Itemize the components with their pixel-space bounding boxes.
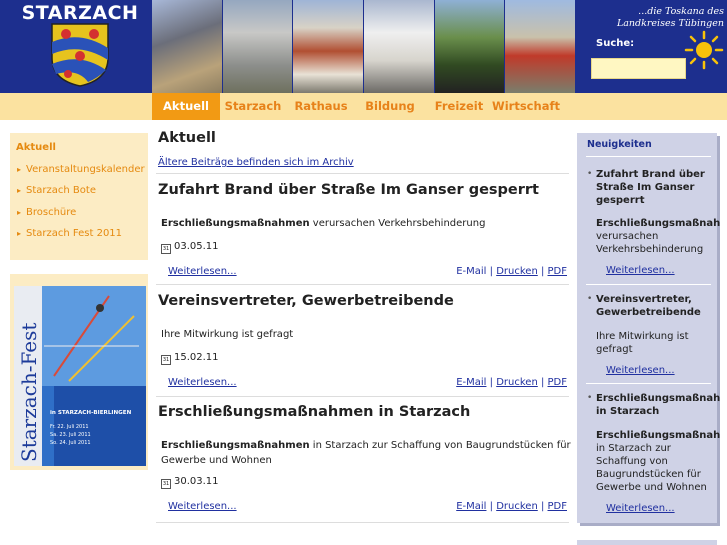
calendar-icon: 31: [161, 244, 171, 254]
article-title[interactable]: Vereinsvertreter, Gewerbetreibende: [158, 293, 454, 309]
nav-aktuell[interactable]: Aktuell: [152, 93, 220, 120]
bullet-icon: •: [587, 294, 593, 304]
article-actions: E-Mail | Drucken | PDF: [456, 266, 567, 277]
article-title[interactable]: Zufahrt Brand über Straße Im Ganser gesp…: [158, 182, 539, 198]
site-name: STARZACH: [21, 2, 139, 24]
calendar-icon: 31: [161, 479, 171, 489]
read-more-link[interactable]: Weiterlesen...: [168, 266, 237, 277]
bullet-icon: •: [587, 393, 593, 403]
read-more-link[interactable]: Weiterlesen...: [168, 501, 237, 512]
header-photo-5: [434, 0, 506, 93]
header-photo-2: [222, 0, 294, 93]
sidebar-item-label: Veranstaltungskalender: [26, 164, 145, 175]
news-divider: [586, 156, 711, 157]
calendar-icon: 31: [161, 355, 171, 365]
fest-promo[interactable]: Starzach-Fest in STARZACH-BIERLINGEN Fr.…: [10, 274, 148, 470]
poster-date-2: Sa. 23. Juli 2011: [50, 432, 91, 438]
nav-starzach[interactable]: Starzach: [222, 93, 284, 120]
fest-poster: Starzach-Fest in STARZACH-BIERLINGEN Fr.…: [14, 286, 146, 466]
sidebar-menu: Aktuell ▸ Veranstaltungskalender ▸ Starzac…: [10, 133, 148, 260]
divider: [156, 522, 569, 523]
bullet-icon: •: [587, 169, 593, 179]
sidebar-item-label: Starzach Fest 2011: [26, 228, 123, 239]
email-link[interactable]: E-Mail: [456, 377, 486, 388]
search-input[interactable]: [591, 58, 686, 79]
poster-date-1: Fr. 22. Juli 2011: [50, 424, 89, 430]
site-logo[interactable]: STARZACH: [10, 0, 150, 93]
nav-freizeit[interactable]: Freizeit: [430, 93, 488, 120]
pdf-link[interactable]: PDF: [548, 266, 567, 277]
sidebar-item-broschuere[interactable]: ▸ Broschüre: [17, 207, 76, 218]
sun-icon: [684, 30, 724, 70]
article-lead: Erschließungsmaßnahmen in Starzach zur S…: [161, 440, 571, 466]
email-link[interactable]: E-Mail: [456, 266, 486, 277]
read-more-link[interactable]: Weiterlesen...: [168, 377, 237, 388]
news-heading: Neuigkeiten: [587, 139, 652, 150]
sidebar-item-label: Starzach Bote: [26, 185, 96, 196]
arrow-bullet-icon: ▸: [17, 186, 22, 195]
news-read-more-link[interactable]: Weiterlesen...: [606, 365, 675, 376]
header-photo-6: [505, 0, 577, 93]
news-item-title[interactable]: Vereinsvertreter, Gewerbetreibende: [596, 293, 714, 319]
email-link[interactable]: E-Mail: [456, 501, 486, 512]
divider: [156, 173, 569, 174]
poster-place: in STARZACH-BIERLINGEN: [50, 410, 132, 416]
header-photo-1: [152, 0, 223, 93]
crest-logo: [51, 23, 109, 87]
pdf-link[interactable]: PDF: [548, 377, 567, 388]
divider: [156, 284, 569, 285]
article-date: 31 30.03.11: [161, 476, 219, 489]
sidebar-item-starzach-bote[interactable]: ▸ Starzach Bote: [17, 185, 96, 196]
poster-date-3: So. 24. Juli 2011: [50, 440, 91, 446]
print-link[interactable]: Drucken: [496, 501, 538, 512]
arrow-bullet-icon: ▸: [17, 165, 22, 174]
header-photo-4: [364, 0, 435, 93]
article-actions: E-Mail | Drucken | PDF: [456, 377, 567, 388]
news-item-text: Erschließungsmaßnah verursachen Verkehrsbe…: [596, 218, 721, 255]
article-title[interactable]: Erschließungsmaßnahmen in Starzach: [158, 404, 470, 420]
news-item-title[interactable]: Zufahrt Brand über Straße Im Ganser gesper…: [596, 168, 714, 207]
header-photo-3: [293, 0, 365, 93]
news-divider: [586, 383, 711, 384]
search-label: Suche:: [596, 38, 635, 49]
arrow-bullet-icon: ▸: [17, 208, 22, 217]
poster-vertical-title: Starzach-Fest: [17, 323, 41, 462]
header-photo-strip: [152, 0, 577, 93]
page-title: Aktuell: [158, 130, 216, 146]
sidebar-item-starzach-fest[interactable]: ▸ Starzach Fest 2011: [17, 228, 122, 239]
news-divider: [586, 284, 711, 285]
article-date: 31 15.02.11: [161, 352, 219, 365]
article-lead: Ihre Mitwirkung ist gefragt: [161, 329, 294, 340]
print-link[interactable]: Drucken: [496, 266, 538, 277]
news-item-text: Erschließungsmaßnah in Starzach zur Schaff…: [596, 430, 721, 493]
article-lead: Erschließungsmaßnahmen verursachen Verke…: [161, 218, 486, 229]
sidebar-item-label: Broschüre: [26, 207, 77, 218]
arrow-bullet-icon: ▸: [17, 229, 22, 238]
news-read-more-link[interactable]: Weiterlesen...: [606, 503, 675, 514]
article-actions: E-Mail | Drucken | PDF: [456, 501, 567, 512]
nav-wirtschaft[interactable]: Wirtschaft: [492, 93, 560, 120]
article-date: 31 03.05.11: [161, 241, 219, 254]
news-item-text: Ihre Mitwirkung ist gefragt: [596, 331, 689, 355]
print-link[interactable]: Drucken: [496, 377, 538, 388]
nav-bildung[interactable]: Bildung: [360, 93, 420, 120]
pdf-link[interactable]: PDF: [548, 501, 567, 512]
news-box-next: [577, 540, 717, 545]
divider: [156, 396, 569, 397]
news-read-more-link[interactable]: Weiterlesen...: [606, 265, 675, 276]
archive-link[interactable]: Ältere Beiträge befinden sich im Archiv: [158, 157, 354, 168]
sidebar-item-veranstaltungskalender[interactable]: ▸ Veranstaltungskalender: [17, 164, 145, 175]
sidebar-heading[interactable]: Aktuell: [16, 142, 56, 153]
news-item-title[interactable]: Erschließungsmaßnah in Starzach: [596, 392, 720, 418]
tagline: ...die Toskana des Landkreises Tübingen: [616, 6, 724, 29]
nav-rathaus[interactable]: Rathaus: [290, 93, 352, 120]
